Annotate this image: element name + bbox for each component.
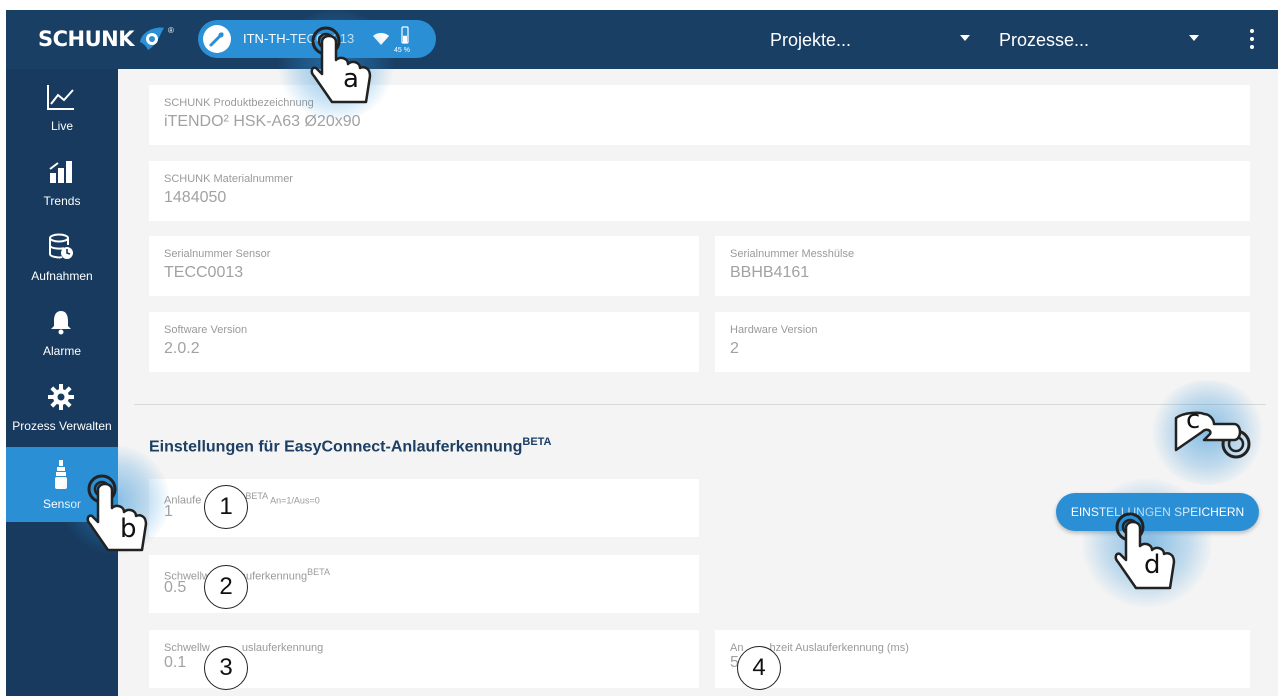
gear-icon xyxy=(44,381,78,413)
section-divider xyxy=(134,404,1266,405)
field-value[interactable]: 0.5 xyxy=(164,579,186,597)
more-menu-icon[interactable] xyxy=(1248,28,1256,50)
field-value: 1484050 xyxy=(164,189,227,206)
processes-dropdown-label: Prozesse... xyxy=(999,30,1090,50)
settings-section-title: Einstellungen für EasyConnect-Anlauferke… xyxy=(149,436,552,456)
sensor-tool-icon xyxy=(203,25,231,53)
settings-title-text: Einstellungen für EasyConnect-Anlauferke… xyxy=(149,438,523,456)
battery-icon xyxy=(401,26,409,44)
sidebar-item-prozess-verwalten[interactable]: Prozess Verwalten xyxy=(6,369,118,444)
sidebar-item-label: Prozess Verwalten xyxy=(12,419,112,433)
field-value: TECC0013 xyxy=(164,264,244,281)
annotation-letter-c: c xyxy=(1186,405,1201,435)
chevron-down-icon xyxy=(1189,35,1199,41)
field-label: Software Version xyxy=(164,324,248,336)
annotation-number-3: 3 xyxy=(204,646,248,690)
software-version-card: Software Version 2.0.2 xyxy=(149,312,699,372)
projects-dropdown-label: Projekte... xyxy=(770,30,852,50)
field-value: 2 xyxy=(730,340,739,357)
field-label: Schwellw uslauferkennung xyxy=(164,642,324,654)
annotation-letter-a: a xyxy=(343,64,359,94)
annotation-number-4: 4 xyxy=(737,646,781,690)
sidebar-item-label: Alarme xyxy=(42,344,81,358)
material-number-card: SCHUNK Materialnummer 1484050 xyxy=(149,161,1250,221)
logo-mark-icon xyxy=(140,27,165,50)
sleeve-serial-card: Serialnummer Messhülse BBHB4161 xyxy=(715,236,1250,296)
processes-dropdown[interactable]: Prozesse... xyxy=(999,28,1209,52)
field-value[interactable]: 0.1 xyxy=(164,654,186,672)
battery-level-label: 45 % xyxy=(394,47,410,54)
rundown-time-field[interactable]: An hzeit Auslauferkennung (ms) 5 xyxy=(715,630,1250,688)
beta-superscript: BETA xyxy=(522,436,552,448)
field-label: SCHUNK Materialnummer xyxy=(164,173,293,185)
tap-hand-icon xyxy=(1174,411,1251,459)
bell-icon xyxy=(44,306,78,338)
bar-chart-icon xyxy=(44,156,78,188)
sidebar-item-trends[interactable]: Trends xyxy=(6,144,118,219)
annotation-letter-b: b xyxy=(120,514,137,544)
field-label: Serialnummer Messhülse xyxy=(730,248,855,260)
sidebar-item-label: Aufnahmen xyxy=(31,269,93,283)
sensor-page: SCHUNK Produktbezeichnung iTENDO² HSK-A6… xyxy=(118,69,1278,696)
sidebar-item-label: Trends xyxy=(43,194,81,208)
app-window: SCHUNK ® ITN-TH-TECC0013 xyxy=(0,0,1278,696)
database-clock-icon xyxy=(44,231,78,263)
sidebar-item-live[interactable]: Live xyxy=(6,69,118,144)
annotation-number-1: 1 xyxy=(204,485,248,529)
line-chart-icon xyxy=(44,81,78,113)
top-bar: SCHUNK ® ITN-TH-TECC0013 xyxy=(6,10,1278,69)
sidebar-item-label: Live xyxy=(50,119,73,133)
sidebar-item-alarme[interactable]: Alarme xyxy=(6,294,118,369)
registered-mark: ® xyxy=(168,26,174,35)
sensor-serial-card: Serialnummer Sensor TECC0013 xyxy=(149,236,699,296)
schunk-logo: SCHUNK ® xyxy=(38,24,174,54)
tap-hand-icon xyxy=(86,474,148,552)
hardware-version-card: Hardware Version 2 xyxy=(715,312,1250,372)
field-value: BBHB4161 xyxy=(730,264,810,281)
field-value: 2.0.2 xyxy=(164,340,200,357)
sidebar: Live Trends Aufnahmen Alarme Prozess Ver… xyxy=(6,69,118,696)
projects-dropdown[interactable]: Projekte... xyxy=(770,28,980,52)
field-label: Hardware Version xyxy=(730,324,818,336)
brand-name: SCHUNK xyxy=(38,27,135,51)
annotation-letter-d: d xyxy=(1144,550,1161,580)
sidebar-item-aufnahmen[interactable]: Aufnahmen xyxy=(6,219,118,294)
annotation-number-2: 2 xyxy=(204,565,248,609)
field-label: Serialnummer Sensor xyxy=(164,248,271,260)
chevron-down-icon xyxy=(960,35,970,41)
